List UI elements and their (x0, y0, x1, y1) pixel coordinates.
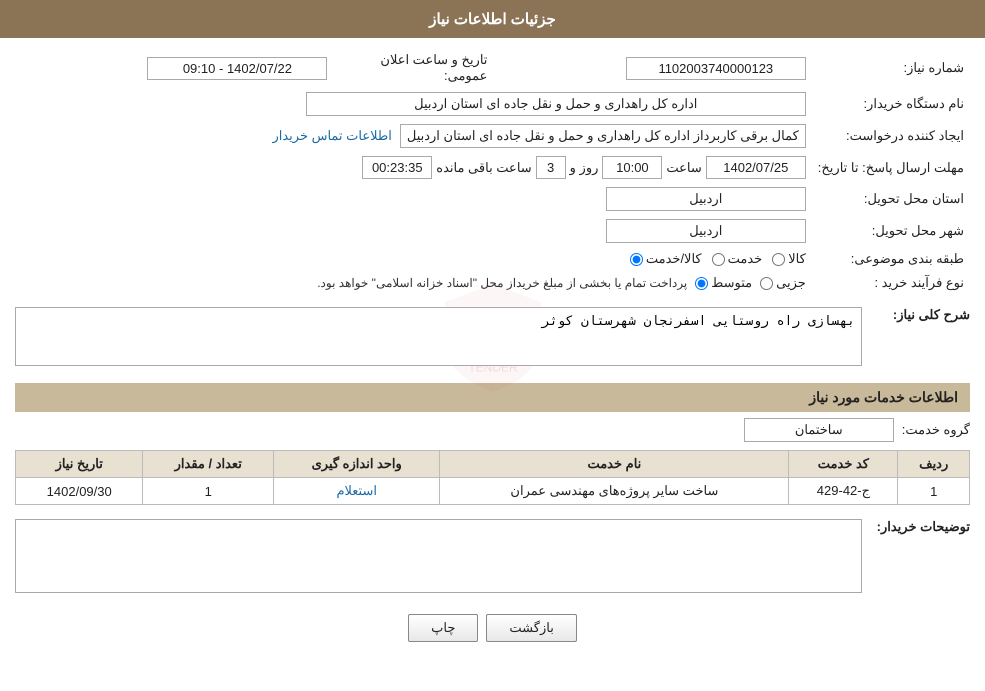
response-remaining-label: ساعت باقی مانده (436, 160, 531, 176)
need-number-label: شماره نیاز: (812, 48, 970, 88)
cell-qty: 1 (143, 478, 274, 505)
buyer-org-input: اداره کل راهداری و حمل و نقل جاده ای است… (306, 92, 806, 116)
response-deadline-label: مهلت ارسال پاسخ: تا تاریخ: (812, 152, 970, 183)
buyer-notes-textarea[interactable] (15, 519, 862, 593)
col-header-code: کد خدمت (789, 451, 898, 478)
category-khedmat-option[interactable]: خدمت (712, 251, 763, 267)
col-header-rownum: ردیف (898, 451, 970, 478)
city-label: شهر محل تحویل: (812, 215, 970, 247)
response-remaining-input: 00:23:35 (362, 156, 432, 179)
table-row: 1 ج-42-429 ساخت سایر پروژه‌های مهندسی عم… (16, 478, 970, 505)
col-header-qty: تعداد / مقدار (143, 451, 274, 478)
requester-input: کمال برقی کاربرداز اداره کل راهداری و حم… (400, 124, 806, 148)
category-row: کالا خدمت کالا/خدمت (15, 247, 812, 271)
buyer-org-label: نام دستگاه خریدار: (812, 88, 970, 120)
announce-date-label: تاریخ و ساعت اعلان عمومی: (333, 48, 493, 88)
col-header-name: نام خدمت (440, 451, 789, 478)
purchase-type-label: نوع فرآیند خرید : (812, 271, 970, 295)
cell-name: ساخت سایر پروژه‌های مهندسی عمران (440, 478, 789, 505)
category-kala-radio[interactable] (772, 253, 785, 266)
service-group-row: گروه خدمت: ساختمان (15, 418, 970, 442)
response-days-input: 3 (536, 156, 566, 179)
info-table: شماره نیاز: 1102003740000123 تاریخ و ساع… (15, 48, 970, 295)
purchase-motavasset-label: متوسط (711, 275, 752, 291)
requester-value: کمال برقی کاربرداز اداره کل راهداری و حم… (15, 120, 812, 152)
purchase-motavasset-option[interactable]: متوسط (695, 275, 752, 291)
announce-date-input: 1402/07/22 - 09:10 (147, 57, 327, 80)
services-section-title: اطلاعات خدمات مورد نیاز (15, 383, 970, 412)
col-header-unit: واحد اندازه گیری (274, 451, 440, 478)
province-input: اردبیل (606, 187, 806, 211)
category-kala-option[interactable]: کالا (772, 251, 806, 267)
general-desc-textarea[interactable] (15, 307, 862, 366)
cell-date: 1402/09/30 (16, 478, 143, 505)
button-area: بازگشت چاپ (15, 614, 970, 642)
purchase-jozi-radio[interactable] (760, 277, 773, 290)
purchase-note: پرداخت تمام یا بخشی از مبلغ خریداز محل "… (317, 276, 687, 290)
page-header: جزئیات اطلاعات نیاز (0, 0, 985, 38)
response-date-input: 1402/07/25 (706, 156, 806, 179)
purchase-type-row: جزیی متوسط پرداخت تمام یا بخشی از مبلغ خ… (15, 271, 812, 295)
province-value: اردبیل (15, 183, 812, 215)
province-label: استان محل تحویل: (812, 183, 970, 215)
back-button[interactable]: بازگشت (486, 614, 576, 642)
city-value: اردبیل (15, 215, 812, 247)
col-header-date: تاریخ نیاز (16, 451, 143, 478)
response-time-label: ساعت (666, 160, 701, 176)
response-days-label: روز و (570, 160, 599, 176)
category-kala-label: کالا (788, 251, 806, 267)
requester-label: ایجاد کننده درخواست: (812, 120, 970, 152)
category-kala-khedmat-label: کالا/خدمت (646, 251, 702, 267)
city-input: اردبیل (606, 219, 806, 243)
need-number-value: 1102003740000123 (493, 48, 811, 88)
services-table: ردیف کد خدمت نام خدمت واحد اندازه گیری ت… (15, 450, 970, 505)
general-desc-label: شرح کلی نیاز: (870, 303, 970, 323)
buyer-notes-label: توضیحات خریدار: (870, 515, 970, 535)
cell-unit: استعلام (274, 478, 440, 505)
purchase-jozi-option[interactable]: جزیی (760, 275, 806, 291)
contact-link[interactable]: اطلاعات تماس خریدار (272, 128, 391, 144)
category-label: طبقه بندی موضوعی: (812, 247, 970, 271)
announce-date-value: 1402/07/22 - 09:10 (15, 48, 333, 88)
buyer-org-value: اداره کل راهداری و حمل و نقل جاده ای است… (15, 88, 812, 120)
cell-code: ج-42-429 (789, 478, 898, 505)
category-kala-khedmat-option[interactable]: کالا/خدمت (630, 251, 702, 267)
purchase-motavasset-radio[interactable] (695, 277, 708, 290)
response-time-input: 10:00 (602, 156, 662, 179)
service-group-label: گروه خدمت: (902, 422, 970, 438)
print-button[interactable]: چاپ (408, 614, 478, 642)
cell-rownum: 1 (898, 478, 970, 505)
page-title: جزئیات اطلاعات نیاز (429, 11, 556, 28)
category-kala-khedmat-radio[interactable] (630, 253, 643, 266)
need-number-input: 1102003740000123 (626, 57, 806, 80)
purchase-jozi-label: جزیی (776, 275, 806, 291)
response-deadline-row: 1402/07/25 ساعت 10:00 روز و 3 ساعت باقی … (15, 152, 812, 183)
category-khedmat-radio[interactable] (712, 253, 725, 266)
service-group-input: ساختمان (744, 418, 894, 442)
category-khedmat-label: خدمت (728, 251, 763, 267)
